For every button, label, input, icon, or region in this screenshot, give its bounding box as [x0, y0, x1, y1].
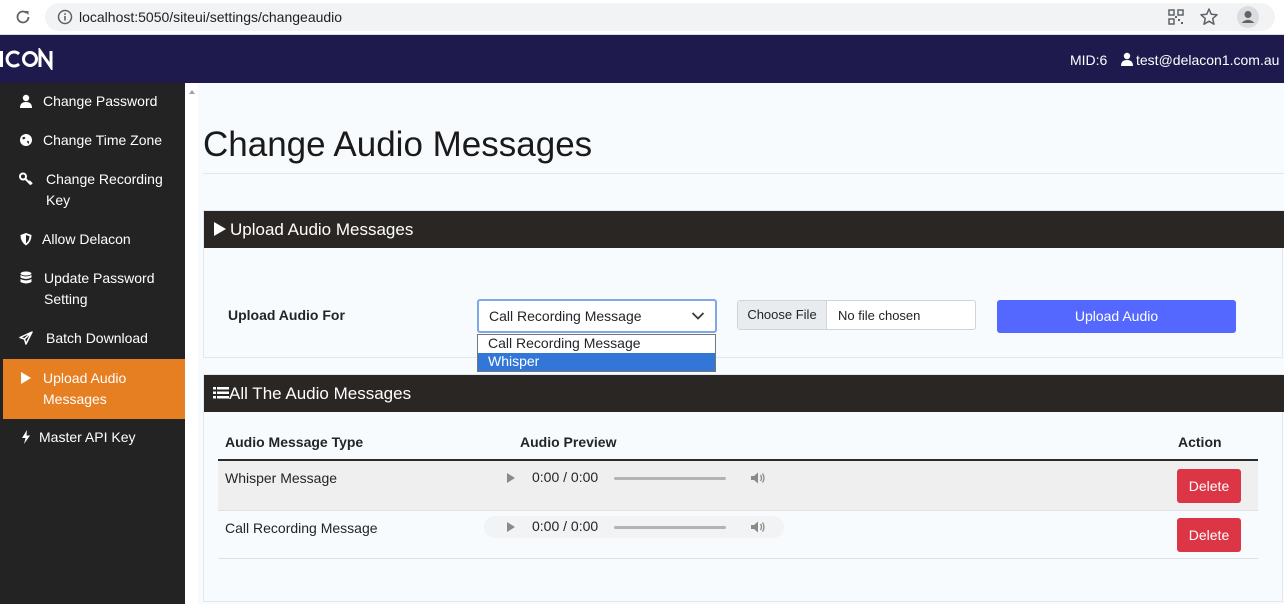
file-status: No file chosen [838, 308, 921, 323]
sidebar-item-change-password[interactable]: Change Password [3, 91, 185, 112]
audio-progress-track[interactable] [614, 477, 726, 480]
sidebar-item-change-recording-key[interactable]: Change Recording Key [3, 169, 185, 211]
column-header-type: Audio Message Type [225, 434, 364, 450]
sidebar-item-upload-audio-messages[interactable]: Upload Audio Messages [3, 359, 185, 419]
upload-card-header: Upload Audio Messages [204, 211, 1284, 248]
play-icon[interactable] [506, 521, 516, 533]
audio-type-dropdown-list: Call Recording Message Whisper [477, 334, 716, 372]
audio-time: 0:00 / 0:00 [532, 518, 599, 534]
audio-player[interactable]: 0:00 / 0:00 [484, 516, 784, 538]
dropdown-option[interactable]: Call Recording Message [478, 335, 715, 353]
title-divider [203, 173, 1284, 174]
globe-icon [20, 134, 32, 146]
user-icon [1121, 52, 1133, 66]
logo[interactable] [0, 46, 60, 76]
audio-player[interactable]: 0:00 / 0:00 [484, 467, 784, 489]
bookmark-star-icon[interactable] [1199, 7, 1219, 27]
database-icon [20, 271, 32, 284]
url-text[interactable]: localhost:5050/siteui/settings/changeaud… [79, 9, 342, 25]
page-title: Change Audio Messages [203, 125, 593, 164]
file-chooser[interactable]: Choose File No file chosen [737, 300, 976, 330]
info-icon[interactable] [57, 9, 73, 25]
profile-avatar-icon[interactable] [1237, 6, 1259, 28]
delete-button[interactable]: Delete [1177, 518, 1241, 552]
sidebar-item-update-password-setting[interactable]: Update Password Setting [3, 268, 185, 310]
sidebar-item-change-time-zone[interactable]: Change Time Zone [3, 130, 185, 151]
upload-card-title: Upload Audio Messages [230, 220, 414, 239]
list-icon [213, 387, 229, 399]
table-row: Call Recording Message 0:00 / 0:00 Delet… [218, 511, 1258, 560]
shield-icon [20, 233, 32, 246]
sidebar-item-label: Change Recording Key [46, 171, 163, 208]
sidebar-item-label: Upload Audio Messages [43, 370, 127, 407]
sidebar-item-master-api-key[interactable]: Master API Key [3, 427, 185, 448]
audio-list-header: All The Audio Messages [204, 375, 1284, 412]
user-email[interactable]: test@delacon1.com.au [1136, 52, 1279, 68]
play-icon [21, 372, 31, 384]
audio-list-title: All The Audio Messages [229, 384, 412, 403]
volume-icon[interactable] [750, 470, 766, 486]
sidebar-item-label: Change Time Zone [43, 132, 163, 148]
upload-audio-button[interactable]: Upload Audio [997, 300, 1236, 333]
key-icon [19, 172, 33, 186]
main-content: Change Audio Messages Upload Audio Messa… [198, 83, 1284, 604]
row-divider [218, 558, 1258, 559]
audio-list-card: All The Audio Messages Audio Message Typ… [203, 374, 1284, 602]
choose-file-button[interactable]: Choose File [738, 301, 827, 329]
audio-time: 0:00 / 0:00 [532, 469, 599, 485]
play-icon [214, 222, 226, 236]
column-header-preview: Audio Preview [520, 434, 617, 450]
volume-icon[interactable] [750, 519, 766, 535]
user-icon [20, 94, 32, 108]
sidebar-item-label: Batch Download [46, 330, 148, 346]
qr-code-icon[interactable] [1167, 8, 1185, 26]
audio-type-select[interactable]: Call Recording Message [477, 299, 717, 333]
chevron-down-icon [691, 312, 705, 320]
mid-label: MID:6 [1070, 52, 1108, 68]
sidebar-item-label: Update Password Setting [44, 270, 155, 307]
scroll-up-arrow-icon[interactable] [188, 88, 196, 96]
delete-button[interactable]: Delete [1177, 469, 1241, 503]
play-icon[interactable] [506, 472, 516, 484]
audio-type-cell: Call Recording Message [225, 520, 378, 536]
sidebar-item-allow-delacon[interactable]: Allow Delacon [3, 229, 185, 250]
sidebar-item-label: Change Password [43, 93, 158, 109]
sidebar: Change Password Change Time Zone Change … [0, 83, 185, 604]
sidebar-item-batch-download[interactable]: Batch Download [3, 328, 185, 349]
column-header-action: Action [1178, 434, 1222, 450]
select-value: Call Recording Message [489, 308, 642, 324]
logo-mark [0, 46, 53, 72]
paper-plane-icon [19, 331, 33, 345]
app-header: MID:6 test@delacon1.com.au [0, 35, 1284, 83]
reload-icon[interactable] [14, 8, 32, 26]
browser-toolbar: localhost:5050/siteui/settings/changeaud… [0, 0, 1284, 35]
audio-type-cell: Whisper Message [225, 470, 338, 486]
upload-audio-card: Upload Audio Messages Upload Audio For C… [203, 210, 1284, 358]
table-row: Whisper Message 0:00 / 0:00 Delete [218, 461, 1258, 510]
audio-progress-track[interactable] [614, 526, 726, 529]
address-bar[interactable]: localhost:5050/siteui/settings/changeaud… [45, 3, 1275, 31]
sidebar-item-label: Master API Key [39, 429, 136, 445]
dropdown-option-highlighted[interactable]: Whisper [478, 353, 715, 371]
sidebar-item-label: Allow Delacon [42, 231, 131, 247]
bolt-icon [22, 430, 30, 444]
upload-for-label: Upload Audio For [228, 307, 345, 323]
